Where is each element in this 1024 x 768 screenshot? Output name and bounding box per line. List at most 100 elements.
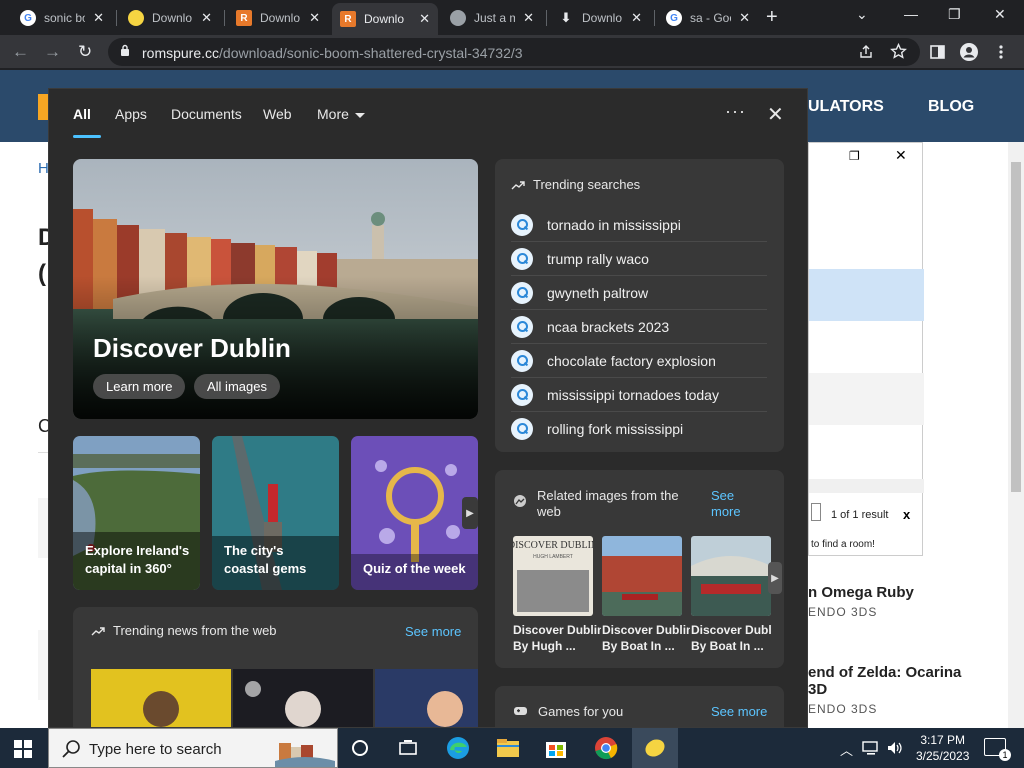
taskbar: Type here to search ︿ 3:17 PM 3/25/2023 …: [0, 728, 1024, 768]
close-tab-icon[interactable]: ✕: [739, 10, 750, 26]
related-image-caption[interactable]: Discover Dublin By Boat In ...: [602, 622, 690, 654]
tab-all[interactable]: All: [73, 106, 91, 122]
profile-icon[interactable]: [960, 43, 978, 61]
related-image[interactable]: [602, 536, 682, 616]
all-images-button[interactable]: All images: [194, 374, 280, 399]
url-text: romspure.cc/download/sonic-boom-shattere…: [142, 45, 523, 61]
caption-line: By Boat In ...: [691, 639, 764, 653]
related-image-caption[interactable]: Discover Dublin By Hugh ...: [513, 622, 601, 654]
new-tab-button[interactable]: +: [766, 6, 778, 29]
close-tab-icon[interactable]: ✕: [309, 10, 320, 26]
close-find-button[interactable]: x: [903, 507, 910, 522]
browser-tab[interactable]: Just a m ✕: [442, 4, 542, 32]
close-icon[interactable]: ✕: [767, 102, 784, 127]
bookmark-star-icon[interactable]: [890, 43, 907, 60]
see-more-link[interactable]: See more: [711, 704, 767, 719]
horizontal-scrollbar[interactable]: [809, 479, 924, 493]
tab-documents[interactable]: Documents: [171, 106, 242, 122]
show-hidden-icons-button[interactable]: ︿: [840, 740, 853, 759]
side-panel-icon[interactable]: [930, 45, 945, 59]
carousel-next-button[interactable]: ▶: [462, 497, 478, 529]
card-quiz[interactable]: Quiz of the week: [351, 436, 478, 590]
news-image[interactable]: [375, 669, 478, 728]
trending-search-item[interactable]: chocolate factory explosion: [511, 344, 767, 378]
menu-kebab-icon[interactable]: [998, 44, 1004, 60]
related-image[interactable]: [691, 536, 771, 616]
trending-search-item[interactable]: ncaa brackets 2023: [511, 310, 767, 344]
trending-search-label: rolling fork mississippi: [547, 421, 684, 437]
close-tab-icon[interactable]: ✕: [523, 10, 534, 26]
close-tab-icon[interactable]: ✕: [201, 10, 212, 26]
close-tab-icon[interactable]: ✕: [631, 10, 642, 26]
lemon-app-icon[interactable]: [641, 734, 669, 762]
minimize-button[interactable]: —: [904, 6, 918, 22]
volume-icon[interactable]: [886, 740, 904, 756]
hero-card[interactable]: Discover Dublin Learn more All images: [73, 159, 478, 419]
forward-button[interactable]: →: [44, 42, 61, 62]
share-icon[interactable]: [858, 44, 874, 60]
network-icon[interactable]: [862, 740, 880, 756]
see-more-link[interactable]: See more: [711, 488, 751, 520]
reload-button[interactable]: ↻: [78, 42, 92, 62]
address-bar[interactable]: romspure.cc/download/sonic-boom-shattere…: [108, 38, 920, 66]
tab-more[interactable]: More: [317, 106, 365, 122]
trending-search-item[interactable]: gwyneth paltrow: [511, 276, 767, 310]
back-button[interactable]: ←: [12, 42, 29, 62]
tab-search-button[interactable]: ⌄: [856, 6, 868, 23]
learn-more-button[interactable]: Learn more: [93, 374, 186, 399]
browser-tab[interactable]: R Downlo ✕: [228, 4, 328, 32]
more-options-icon[interactable]: ···: [725, 101, 746, 122]
tab-web[interactable]: Web: [263, 106, 292, 122]
card-caption: Explore Ireland's capital in 360°: [85, 543, 190, 576]
trending-search-item[interactable]: rolling fork mississippi: [511, 412, 767, 446]
close-button[interactable]: ✕: [895, 147, 907, 164]
close-window-button[interactable]: ✕: [994, 6, 1006, 23]
task-view-icon[interactable]: [394, 734, 422, 762]
nav-emulators[interactable]: ULATORS: [808, 98, 884, 116]
close-tab-icon[interactable]: ✕: [419, 11, 430, 27]
browser-tab[interactable]: G sonic bo ✕: [12, 4, 112, 32]
lock-icon[interactable]: [120, 44, 130, 56]
tab-divider: [654, 10, 655, 26]
taskbar-search-box[interactable]: Type here to search: [48, 728, 338, 768]
maximize-button[interactable]: ❐: [948, 6, 961, 23]
browser-tab-active[interactable]: R Downlo ✕: [332, 3, 438, 35]
browser-tab[interactable]: ⬇ Downlo ✕: [550, 4, 650, 32]
nav-blog[interactable]: BLOG: [928, 98, 974, 116]
url-host: romspure.cc: [142, 45, 220, 61]
list-item-selected[interactable]: [809, 269, 924, 321]
url-path: /download/sonic-boom-shattered-crystal-3…: [219, 45, 523, 61]
news-image[interactable]: [233, 669, 373, 728]
card-caption: Quiz of the week: [363, 561, 466, 576]
site-logo[interactable]: [38, 94, 48, 120]
see-more-link[interactable]: See more: [405, 624, 461, 639]
edge-icon[interactable]: [444, 734, 472, 762]
related-image[interactable]: DISCOVER DUBLIN HUGH LAMBERT: [513, 536, 593, 616]
maximize-button[interactable]: ❐: [849, 149, 860, 163]
microsoft-store-icon[interactable]: [542, 734, 570, 762]
windows-start-icon[interactable]: [14, 740, 32, 758]
browser-tab[interactable]: Downlo ✕: [120, 4, 220, 32]
chrome-icon[interactable]: [592, 734, 620, 762]
carousel-next-button[interactable]: ▶: [768, 562, 782, 594]
tab-apps[interactable]: Apps: [115, 106, 147, 122]
scrollbar-thumb[interactable]: [1011, 162, 1021, 492]
browser-tab[interactable]: G sa - Goo ✕: [658, 4, 758, 32]
game-item[interactable]: end of Zelda: Ocarina 3D ENDO 3DS: [808, 664, 961, 716]
page-scrollbar[interactable]: [1008, 142, 1024, 728]
news-image[interactable]: [91, 669, 231, 728]
notification-center-icon[interactable]: 1: [984, 738, 1011, 761]
related-image-caption[interactable]: Discover Dublin By Boat In ...: [691, 622, 771, 654]
file-explorer-icon[interactable]: [494, 734, 522, 762]
cortana-icon[interactable]: [346, 734, 374, 762]
card-explore-ireland[interactable]: Explore Ireland's capital in 360°: [73, 436, 200, 590]
list-item[interactable]: [809, 373, 924, 425]
trending-search-item[interactable]: tornado in mississippi: [511, 208, 767, 242]
game-item[interactable]: n Omega Ruby ENDO 3DS: [808, 584, 914, 619]
close-tab-icon[interactable]: ✕: [93, 10, 104, 26]
card-coastal-gems[interactable]: The city's coastal gems: [212, 436, 339, 590]
find-input[interactable]: [811, 503, 821, 521]
trending-search-item[interactable]: mississippi tornadoes today: [511, 378, 767, 412]
trending-search-item[interactable]: trump rally waco: [511, 242, 767, 276]
clock[interactable]: 3:17 PM 3/25/2023: [916, 732, 969, 764]
